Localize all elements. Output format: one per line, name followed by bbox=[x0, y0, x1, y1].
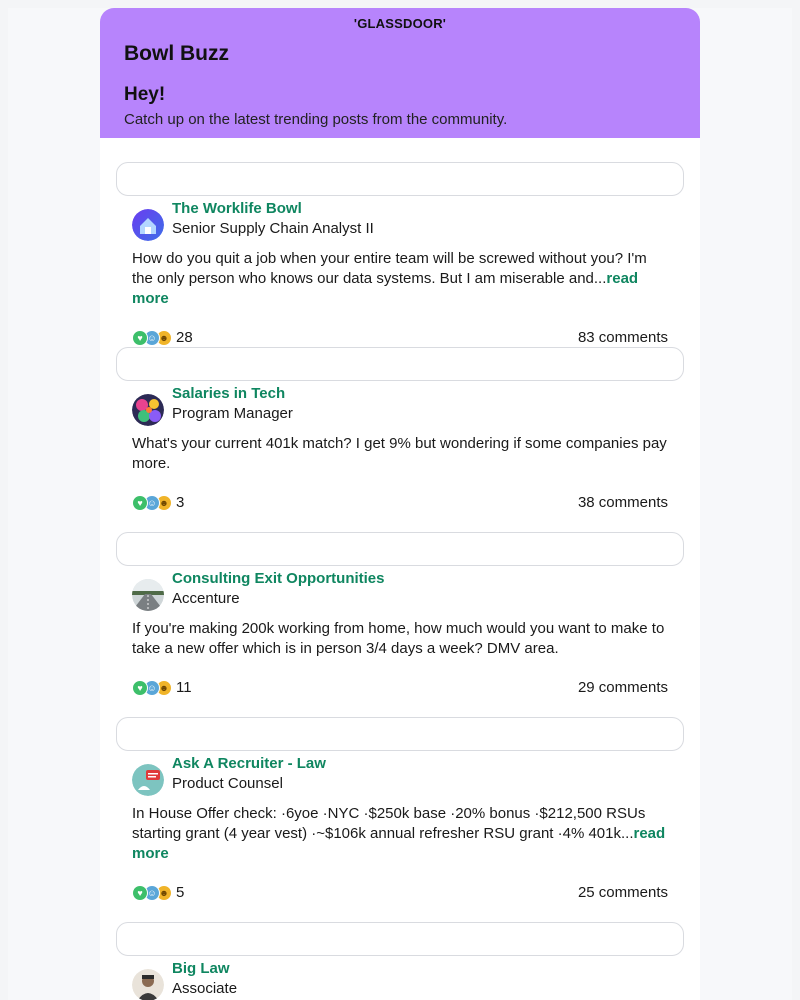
reaction-count: 3 bbox=[176, 494, 185, 511]
post-body: If you're making 200k working from home,… bbox=[132, 620, 665, 657]
reaction-icons: ♥ ☺ ☻ bbox=[132, 884, 176, 902]
post-card-frame bbox=[116, 922, 684, 956]
author-job-title: Accenture bbox=[172, 590, 240, 607]
reaction-icons: ♥ ☺ ☻ bbox=[132, 679, 176, 697]
post-text[interactable]: How do you quit a job when your entire t… bbox=[132, 249, 668, 309]
heart-reaction-icon: ♥ bbox=[132, 495, 148, 511]
author-job-title: Program Manager bbox=[172, 405, 293, 422]
heart-reaction-icon: ♥ bbox=[132, 885, 148, 901]
post-card[interactable]: Ask A Recruiter - Law Product Counsel In… bbox=[116, 717, 684, 906]
post-card-frame bbox=[116, 532, 684, 566]
post-header: Consulting Exit Opportunities Accenture bbox=[116, 570, 684, 619]
colorful-pattern-icon[interactable] bbox=[132, 394, 164, 426]
house-logo-icon[interactable] bbox=[132, 209, 164, 241]
post-header: Big Law Associate bbox=[116, 960, 684, 1000]
comments-count[interactable]: 29 comments bbox=[578, 679, 668, 696]
new-badge-icon[interactable] bbox=[132, 764, 164, 796]
post-card-frame bbox=[116, 347, 684, 381]
post-header: The Worklife Bowl Senior Supply Chain An… bbox=[116, 200, 684, 249]
post-body: How do you quit a job when your entire t… bbox=[132, 250, 647, 287]
portrait-photo-icon[interactable] bbox=[132, 969, 164, 1000]
post-stats: ♥ ☺ ☻ 11 29 comments bbox=[132, 679, 668, 701]
reaction-icons: ♥ ☺ ☻ bbox=[132, 494, 176, 512]
post-card[interactable]: The Worklife Bowl Senior Supply Chain An… bbox=[116, 162, 684, 351]
greeting: Hey! bbox=[124, 84, 166, 105]
post-card-frame bbox=[116, 717, 684, 751]
reaction-count: 11 bbox=[176, 679, 192, 696]
page-title: Bowl Buzz bbox=[124, 42, 229, 65]
author-job-title: Associate bbox=[172, 980, 238, 997]
heart-reaction-icon: ♥ bbox=[132, 330, 148, 346]
bowl-name-link[interactable]: Salaries in Tech bbox=[172, 385, 285, 402]
post-text[interactable]: In House Offer check: ·6yoe ·NYC ·$250k … bbox=[132, 804, 668, 864]
post-card[interactable]: Salaries in Tech Program Manager What's … bbox=[116, 347, 684, 516]
bowl-name-link[interactable]: Ask A Recruiter - Law bbox=[172, 755, 326, 772]
post-stats: ♥ ☺ ☻ 3 38 comments bbox=[132, 494, 668, 516]
comments-count[interactable]: 25 comments bbox=[578, 884, 668, 901]
post-body: In House Offer check: ·6yoe ·NYC ·$250k … bbox=[132, 805, 646, 842]
post-header: Salaries in Tech Program Manager bbox=[116, 385, 684, 434]
author-job-title: Senior Supply Chain Analyst II bbox=[172, 220, 374, 237]
heart-reaction-icon: ♥ bbox=[132, 680, 148, 696]
comments-count[interactable]: 83 comments bbox=[578, 329, 668, 346]
newsletter-email: 'GLASSDOOR' Bowl Buzz Hey! Catch up on t… bbox=[100, 8, 700, 1000]
post-text[interactable]: If you're making 200k working from home,… bbox=[132, 619, 668, 659]
header-subtitle: Catch up on the latest trending posts fr… bbox=[124, 111, 508, 128]
road-photo-icon[interactable] bbox=[132, 579, 164, 611]
post-card-frame bbox=[116, 162, 684, 196]
post-stats: ♥ ☺ ☻ 5 25 comments bbox=[132, 884, 668, 906]
post-header: Ask A Recruiter - Law Product Counsel bbox=[116, 755, 684, 804]
bowl-name-link[interactable]: The Worklife Bowl bbox=[172, 200, 302, 217]
comments-count[interactable]: 38 comments bbox=[578, 494, 668, 511]
bowl-name-link[interactable]: Big Law bbox=[172, 960, 230, 977]
author-job-title: Product Counsel bbox=[172, 775, 283, 792]
bowl-name-link[interactable]: Consulting Exit Opportunities bbox=[172, 570, 385, 587]
post-card[interactable]: Big Law Associate bbox=[116, 922, 684, 1000]
glassdoor-logo[interactable]: 'GLASSDOOR' bbox=[100, 16, 700, 31]
post-body: What's your current 401k match? I get 9%… bbox=[132, 435, 667, 472]
reaction-icons: ♥ ☺ ☻ bbox=[132, 329, 176, 347]
post-card[interactable]: Consulting Exit Opportunities Accenture … bbox=[116, 532, 684, 701]
reaction-count: 28 bbox=[176, 329, 193, 346]
post-text[interactable]: What's your current 401k match? I get 9%… bbox=[132, 434, 668, 474]
header-banner: 'GLASSDOOR' Bowl Buzz Hey! Catch up on t… bbox=[100, 8, 700, 138]
reaction-count: 5 bbox=[176, 884, 185, 901]
